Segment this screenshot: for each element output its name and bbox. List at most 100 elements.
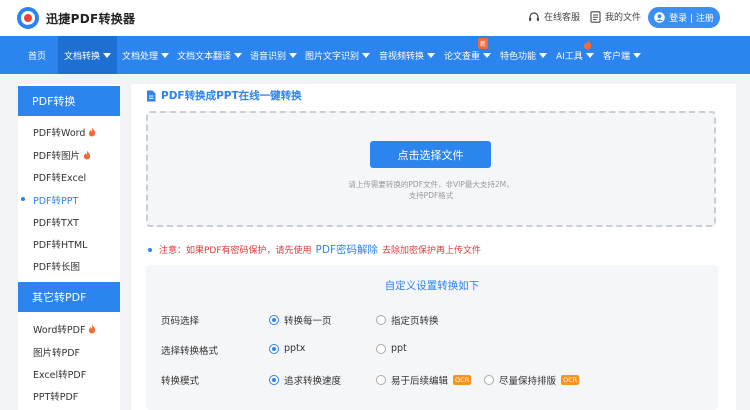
sidebar-item-label: Excel转PDF (33, 370, 87, 381)
upload-hint-line1: 请上传需要转换的PDF文件，非VIP最大支持2M， (348, 180, 514, 189)
nav-item-av-convert[interactable]: 音视频转换 (379, 36, 436, 74)
radio-format-ppt[interactable]: ppt (376, 343, 407, 354)
page-title: PDF转换成PPT在线一键转换 (146, 88, 302, 103)
nav-label: 文档处理 (122, 51, 159, 62)
login-register-button[interactable]: 登录 | 注册 (648, 7, 720, 28)
notice-prefix: 注意：如果PDF有密码保护，请先使用 (159, 246, 312, 256)
nav-item-features[interactable]: 特色功能 (500, 36, 548, 74)
nav-label: 客户端 (603, 51, 631, 62)
sidebar-item-word-to-pdf[interactable]: Word转PDF (33, 322, 96, 336)
logo-icon[interactable] (16, 6, 40, 30)
radio-button[interactable] (376, 315, 386, 325)
hot-flame-icon (83, 150, 91, 160)
radio-button[interactable] (269, 315, 279, 325)
radio-mode-editable[interactable]: 易于后续编辑 OCR (376, 373, 472, 387)
sidebar-item-pdf-to-long-image[interactable]: PDF转长图 (33, 259, 80, 273)
sidebar-item-pdf-to-word[interactable]: PDF转Word (33, 125, 96, 139)
page-title-text: PDF转换成PPT在线一键转换 (161, 90, 302, 102)
radio-button[interactable] (269, 375, 279, 385)
my-files-label: 我的文件 (605, 13, 642, 23)
ocr-badge: OCR (453, 375, 472, 385)
sidebar-group-other-to-pdf[interactable]: 其它转PDF (18, 282, 120, 312)
online-service-link[interactable]: 在线客服 (528, 10, 580, 23)
radio-button[interactable] (269, 343, 279, 354)
active-dot (21, 197, 25, 201)
sidebar-item-pdf-to-ppt[interactable]: PDF转PPT (33, 193, 78, 207)
notice-bullet (148, 247, 152, 252)
notice-suffix: 去除加密保护再上传文件 (382, 246, 482, 256)
nav-label: 图片文字识别 (305, 51, 360, 62)
caret-down-icon (633, 52, 642, 58)
nav-item-home[interactable]: 首页 (28, 36, 46, 74)
page-selection-label: 页码选择 (161, 316, 200, 327)
option-label: 尽量保持排版 (499, 376, 557, 387)
nav-item-client[interactable]: 客户端 (603, 36, 642, 74)
sidebar-item-pdf-to-excel[interactable]: PDF转Excel (33, 170, 86, 184)
caret-down-icon (289, 52, 298, 58)
sidebar-item-excel-to-pdf[interactable]: Excel转PDF (33, 367, 86, 381)
sidebar-group-pdf-convert[interactable]: PDF转换 (18, 86, 120, 116)
settings-title: 自定义设置转换如下 (384, 280, 480, 292)
sidebar-item-label: Word转PDF (33, 325, 86, 336)
nav-item-ocr[interactable]: 图片文字识别 (305, 36, 371, 74)
radio-button[interactable] (376, 343, 386, 354)
online-service-label: 在线客服 (544, 13, 581, 23)
choose-file-button[interactable]: 点击选择文件 (370, 141, 491, 168)
sidebar-item-label: PDF转Excel (33, 173, 87, 184)
my-files-link[interactable]: 我的文件 (590, 10, 641, 23)
pdf-password-remove-link[interactable]: PDF密码解除 (316, 242, 378, 257)
nav-label: 音视频转换 (379, 51, 425, 62)
brand-name[interactable]: 迅捷PDF转换器 (46, 10, 135, 27)
sidebar-item-label: PDF转图片 (33, 151, 81, 162)
new-badge: 新 (478, 38, 489, 49)
radio-convert-every-page[interactable]: 转换每一页 (269, 313, 332, 327)
caret-down-icon (103, 52, 112, 58)
sidebar-item-pdf-to-image[interactable]: PDF转图片 (33, 148, 91, 162)
login-register-label: 登录 | 注册 (669, 14, 714, 24)
convert-mode-label: 转换模式 (161, 376, 200, 387)
radio-button[interactable] (484, 375, 494, 385)
nav-item-doc-convert[interactable]: 文档转换 (58, 36, 118, 74)
sidebar-item-pdf-to-txt[interactable]: PDF转TXT (33, 215, 79, 229)
option-label: ppt (391, 343, 407, 354)
sidebar-item-label: PDF转HTML (33, 240, 88, 251)
option-label: 转换每一页 (284, 316, 332, 327)
radio-mode-speed[interactable]: 追求转换速度 (269, 373, 341, 387)
nav-item-translate[interactable]: 文档文本翻译 (177, 36, 243, 74)
radio-specific-pages[interactable]: 指定页转换 (376, 313, 439, 327)
caret-down-icon (362, 52, 371, 58)
caret-down-icon (539, 52, 548, 58)
headset-icon (529, 11, 539, 21)
nav-label: 文档转换 (64, 51, 101, 62)
caret-down-icon (234, 52, 243, 58)
sidebar-item-label: PDF转TXT (33, 218, 79, 229)
hot-flame-icon (89, 127, 96, 137)
sidebar-item-pdf-to-html[interactable]: PDF转HTML (33, 237, 87, 251)
nav-label: 语音识别 (250, 51, 287, 62)
caret-down-icon (161, 52, 170, 58)
sidebar-item-image-to-pdf[interactable]: 图片转PDF (33, 345, 80, 359)
option-label: 易于后续编辑 (391, 376, 449, 387)
sidebar-item-ppt-to-pdf[interactable]: PPT转PDF (33, 389, 78, 403)
nav-label: AI工具 (556, 51, 583, 62)
user-icon (654, 12, 665, 23)
radio-format-pptx[interactable]: pptx (269, 343, 305, 354)
nav-label: 首页 (28, 51, 47, 62)
main-nav: 首页 文档转换 文档处理 文档文本翻译 语音识别 图片文字识别 音视频转换 论文… (0, 36, 750, 74)
password-notice: 注意：如果PDF有密码保护，请先使用 PDF密码解除 去除加密保护再上传文件 (148, 242, 481, 257)
sidebar-item-label: PDF转Word (33, 128, 86, 139)
nav-label: 特色功能 (500, 51, 537, 62)
radio-button[interactable] (376, 375, 386, 385)
top-bar: 迅捷PDF转换器 在线客服 我的文件 登录 | 注册 (0, 0, 750, 36)
option-label: pptx (284, 343, 306, 354)
nav-label: 文档文本翻译 (177, 51, 232, 62)
nav-item-doc-process[interactable]: 文档处理 (122, 36, 170, 74)
nav-item-speech[interactable]: 语音识别 (250, 36, 298, 74)
file-drop-zone[interactable] (146, 111, 716, 227)
radio-mode-keep-layout[interactable]: 尽量保持排版 OCR (484, 373, 580, 387)
option-label: 指定页转换 (391, 316, 439, 327)
file-icon (147, 90, 156, 101)
option-label: 追求转换速度 (284, 376, 342, 387)
upload-hint-line2: 支持PDF格式 (408, 191, 454, 200)
document-icon (590, 10, 601, 23)
